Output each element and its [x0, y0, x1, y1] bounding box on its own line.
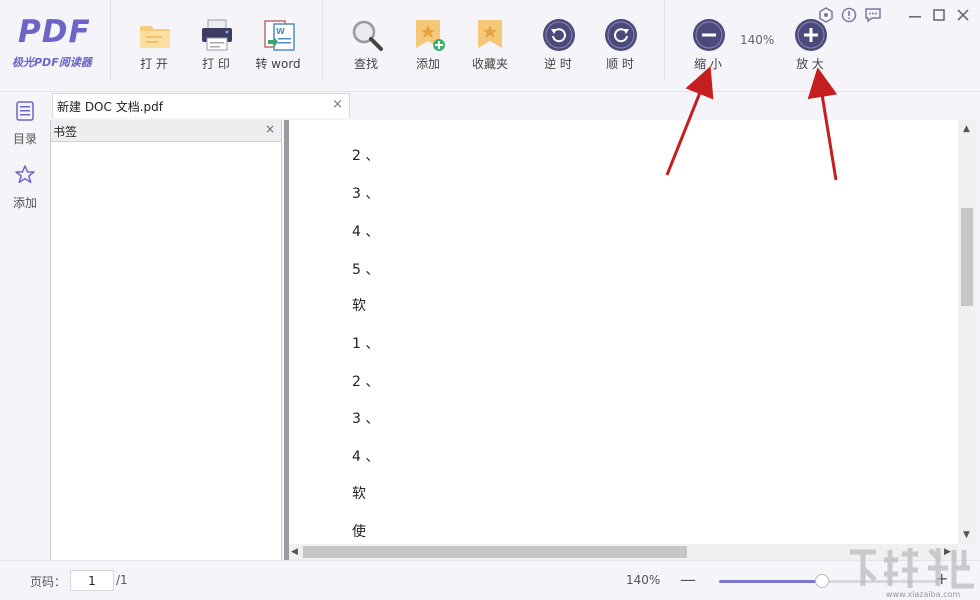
toolbar-separator — [322, 0, 323, 80]
document-line: 4 、 — [352, 449, 380, 465]
convert-word-button[interactable]: W 转 word — [250, 18, 306, 74]
toolbar-zoom-level: 140% — [740, 33, 775, 47]
open-button[interactable]: 打 开 — [126, 18, 182, 74]
favorites-label: 收藏夹 — [471, 57, 508, 71]
bookmark-panel-close-icon[interactable]: × — [265, 122, 275, 136]
folder-icon — [140, 26, 170, 48]
horizontal-scrollbar[interactable]: ◀ ▶ — [289, 544, 958, 560]
rotate-clockwise-button[interactable]: 顺 时 — [592, 18, 648, 74]
rotate-left-icon — [543, 19, 575, 51]
toolbar-separator — [664, 0, 665, 80]
convert-word-label: 转 word — [255, 57, 301, 71]
zoom-out-button[interactable]: 缩 小 — [680, 18, 736, 74]
page-total: /1 — [116, 573, 128, 587]
document-tab[interactable]: 新建 DOC 文档.pdf × — [52, 93, 350, 118]
horizontal-scroll-thumb[interactable] — [303, 546, 687, 558]
add-bookmark-button[interactable]: 添加 — [400, 18, 456, 74]
document-line: 软 — [352, 486, 366, 502]
rotate-right-icon — [605, 19, 637, 51]
print-button[interactable]: 打 印 — [188, 18, 244, 74]
bookmark-add-icon — [416, 20, 445, 51]
maximize-icon[interactable] — [930, 6, 948, 24]
zoom-slider-handle[interactable] — [815, 574, 830, 588]
rail-item-label: 目录 — [12, 132, 37, 146]
scroll-up-icon[interactable]: ▲ — [963, 124, 970, 134]
zoom-slider[interactable] — [719, 574, 939, 588]
logo-mark: PDF — [18, 14, 91, 50]
vertical-scrollbar[interactable]: ▲ ▼ — [958, 120, 976, 544]
status-bar: 页码： /1 140% — + — [0, 560, 980, 600]
main-toolbar: PDF 极光PDF阅读器 打 开 打 印 W 转 word 查找 添加 收藏夹 … — [0, 0, 980, 92]
zoom-in-button[interactable]: 放 大 — [782, 18, 838, 74]
star-icon — [15, 165, 35, 184]
info-icon[interactable] — [840, 6, 858, 24]
zoom-in-label: 放 大 — [796, 57, 824, 71]
rotate-clockwise-label: 顺 时 — [606, 57, 634, 71]
document-line: 1 、 — [352, 336, 380, 352]
bookmark-panel: 书签 × — [50, 120, 282, 560]
scroll-left-icon[interactable]: ◀ — [291, 547, 298, 557]
add-bookmark-label: 添加 — [415, 57, 440, 71]
find-button[interactable]: 查找 — [338, 18, 394, 74]
document-line: 3 、 — [352, 411, 380, 427]
rail-item-add[interactable]: 添加 — [0, 156, 50, 212]
scroll-down-icon[interactable]: ▼ — [963, 530, 970, 540]
document-line: 5 、 — [352, 262, 380, 278]
status-zoom-out-button[interactable]: — — [680, 570, 696, 589]
rail-item-label: 添加 — [12, 196, 37, 210]
minus-circle-icon — [693, 19, 725, 51]
word-convert-icon: W — [264, 20, 295, 51]
settings-hex-icon[interactable] — [817, 6, 835, 24]
rotate-counterclockwise-button[interactable]: 逆 时 — [530, 18, 586, 74]
document-line: 2 、 — [352, 374, 380, 390]
page-number-input[interactable] — [70, 570, 114, 591]
bookmark-star-icon — [478, 20, 502, 48]
feedback-icon[interactable] — [864, 6, 882, 24]
bookmark-panel-header: 书签 × — [51, 120, 281, 142]
open-label: 打 开 — [140, 57, 168, 71]
rail-item-toc[interactable]: 目录 — [0, 92, 50, 148]
app-logo: PDF 极光PDF阅读器 — [10, 14, 105, 74]
toolbar-separator — [110, 0, 111, 80]
status-zoom-level: 140% — [626, 573, 661, 587]
rotate-counterclockwise-label: 逆 时 — [544, 57, 572, 71]
favorites-button[interactable]: 收藏夹 — [462, 18, 518, 74]
svg-text:W: W — [276, 27, 285, 36]
status-zoom-in-button[interactable]: + — [935, 569, 948, 588]
vertical-scroll-thumb[interactable] — [961, 208, 973, 306]
left-rail: 目录 添加 — [0, 92, 50, 560]
page-label: 页码： — [30, 575, 67, 589]
document-line: 4 、 — [352, 224, 380, 240]
printer-icon — [202, 19, 232, 51]
document-line: 3 、 — [352, 186, 380, 202]
print-label: 打 印 — [202, 57, 230, 71]
search-icon — [352, 20, 383, 51]
document-line: 软 — [352, 298, 366, 314]
find-label: 查找 — [353, 57, 378, 71]
minimize-icon[interactable] — [906, 6, 924, 24]
document-line: 2 、 — [352, 148, 380, 164]
close-icon[interactable] — [954, 6, 972, 24]
tab-close-icon[interactable]: × — [332, 97, 343, 112]
tab-title: 新建 DOC 文档.pdf — [57, 100, 163, 114]
zoom-slider-fill — [719, 580, 823, 583]
document-line: 使 — [352, 524, 366, 540]
document-line-partial: · — [352, 120, 357, 128]
list-icon — [16, 101, 34, 121]
document-view[interactable]: · 2 、 3 、 4 、 5 、 软 1 、 2 、 3 、 4 、 软 使 — [289, 120, 960, 544]
zoom-out-label: 缩 小 — [694, 57, 722, 71]
scroll-right-icon[interactable]: ▶ — [944, 547, 951, 557]
logo-text: 极光PDF阅读器 — [12, 56, 92, 69]
bookmark-panel-title: 书签 — [53, 125, 78, 139]
